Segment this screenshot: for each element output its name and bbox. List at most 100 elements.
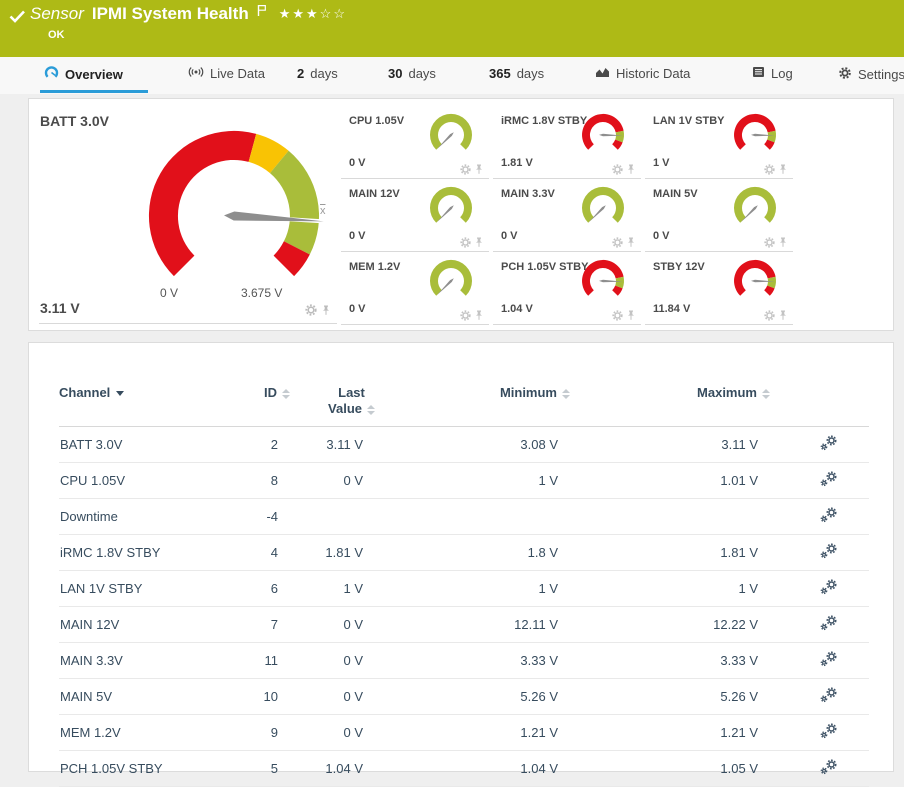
channel-settings-icon[interactable] xyxy=(820,543,838,559)
channel-settings-icon[interactable] xyxy=(820,615,838,631)
gear-icon[interactable] xyxy=(764,237,775,248)
small-gauge xyxy=(579,113,627,162)
channel-settings-icon[interactable] xyxy=(820,723,838,739)
gauge-panel: MAIN 5V0 V xyxy=(645,182,793,252)
priority-stars[interactable]: ★★★☆☆ xyxy=(279,6,347,22)
gauge-title: STBY 12V xyxy=(653,261,705,273)
gauge-value: 0 V xyxy=(349,303,366,315)
tab-2-days[interactable]: 2days xyxy=(297,66,338,81)
table-row: MAIN 3.3V110 V3.33 V3.33 V xyxy=(59,643,869,679)
tab-overview[interactable]: Overview xyxy=(44,66,123,82)
column-header-id[interactable]: ID xyxy=(234,385,292,427)
column-header-minimum[interactable]: Minimum xyxy=(377,385,572,427)
gear-icon[interactable] xyxy=(460,310,471,321)
channel-settings-button[interactable] xyxy=(772,751,869,787)
channel-settings-button[interactable] xyxy=(772,643,869,679)
cell-min: 12.11 V xyxy=(377,607,572,643)
cell-min: 1 V xyxy=(377,463,572,499)
gauge-value: 1.81 V xyxy=(501,157,533,169)
channel-settings-icon[interactable] xyxy=(820,507,838,523)
pin-icon[interactable] xyxy=(474,164,484,175)
cell-last: 1.04 V xyxy=(292,751,377,787)
pin-icon[interactable] xyxy=(626,164,636,175)
cell-max: 5.26 V xyxy=(572,679,772,715)
page-title: IPMI System Health xyxy=(92,4,249,24)
channel-settings-button[interactable] xyxy=(772,571,869,607)
pin-icon[interactable] xyxy=(778,164,788,175)
small-gauge xyxy=(731,186,779,235)
channel-settings-button[interactable] xyxy=(772,607,869,643)
cell-id: 6 xyxy=(234,571,292,607)
cell-id: 5 xyxy=(234,751,292,787)
pin-icon[interactable] xyxy=(626,310,636,321)
cell-id: 9 xyxy=(234,715,292,751)
pin-icon[interactable] xyxy=(321,305,331,316)
tab-log[interactable]: Log xyxy=(752,66,793,81)
cell-channel: Downtime xyxy=(59,499,234,535)
tab-settings[interactable]: Settings xyxy=(838,66,904,83)
channel-settings-icon[interactable] xyxy=(820,687,838,703)
gauge-title: BATT 3.0V xyxy=(40,113,109,129)
channel-settings-icon[interactable] xyxy=(820,651,838,667)
cell-min: 1.8 V xyxy=(377,535,572,571)
channel-settings-icon[interactable] xyxy=(820,435,838,451)
channel-settings-button[interactable] xyxy=(772,463,869,499)
gear-icon[interactable] xyxy=(612,164,623,175)
pin-icon[interactable] xyxy=(474,310,484,321)
column-header-last-value[interactable]: Last Value xyxy=(292,385,377,427)
stars-filled[interactable]: ★★★ xyxy=(279,6,320,21)
gear-icon[interactable] xyxy=(764,164,775,175)
cell-channel: MAIN 5V xyxy=(59,679,234,715)
gear-icon[interactable] xyxy=(764,310,775,321)
tab-live-data[interactable]: Live Data xyxy=(188,66,265,81)
pin-icon[interactable] xyxy=(626,237,636,248)
gauge-scale-min: 0 V xyxy=(160,286,178,300)
channel-settings-button[interactable] xyxy=(772,679,869,715)
tab-bar: Overview Live Data 2days 30days 365days … xyxy=(0,57,904,94)
cell-max: 3.11 V xyxy=(572,427,772,463)
channel-settings-button[interactable] xyxy=(772,715,869,751)
panel-actions xyxy=(612,164,636,175)
favorite-flag-icon[interactable] xyxy=(257,4,267,17)
gear-icon[interactable] xyxy=(612,237,623,248)
panel-actions xyxy=(764,310,788,321)
gauge-panel: PCH 1.05V STBY1.04 V xyxy=(493,255,641,325)
stars-empty[interactable]: ☆☆ xyxy=(320,6,347,21)
channel-settings-icon[interactable] xyxy=(820,471,838,487)
channel-settings-button[interactable] xyxy=(772,499,869,535)
cell-min: 1.04 V xyxy=(377,751,572,787)
gear-icon[interactable] xyxy=(612,310,623,321)
gear-icon[interactable] xyxy=(460,164,471,175)
cell-max: 1 V xyxy=(572,571,772,607)
channel-settings-icon[interactable] xyxy=(820,759,838,775)
column-header-channel[interactable]: Channel xyxy=(59,385,234,427)
column-header-maximum[interactable]: Maximum xyxy=(572,385,772,427)
tab-365-days[interactable]: 365days xyxy=(489,66,544,81)
table-row: iRMC 1.8V STBY41.81 V1.8 V1.81 V xyxy=(59,535,869,571)
gauge-title: LAN 1V STBY xyxy=(653,115,725,127)
tab-30-days[interactable]: 30days xyxy=(388,66,436,81)
gauge-panel: MEM 1.2V 0 V xyxy=(341,255,489,325)
small-gauge xyxy=(579,259,627,308)
pin-icon[interactable] xyxy=(778,237,788,248)
gauge-arc xyxy=(579,113,627,157)
gear-icon[interactable] xyxy=(460,237,471,248)
panel-actions xyxy=(460,310,484,321)
gauges-card: BATT 3.0V x 0 V 3.675 V 3.11 V CPU 1.05V… xyxy=(28,98,894,331)
channel-settings-button[interactable] xyxy=(772,535,869,571)
cell-max: 1.05 V xyxy=(572,751,772,787)
gear-icon[interactable] xyxy=(305,304,317,316)
average-marker: x xyxy=(320,205,326,217)
table-row: MAIN 5V100 V5.26 V5.26 V xyxy=(59,679,869,715)
channel-settings-button[interactable] xyxy=(772,427,869,463)
tab-historic-data[interactable]: Historic Data xyxy=(595,66,690,81)
table-row: PCH 1.05V STBY51.04 V1.04 V1.05 V xyxy=(59,751,869,787)
pin-icon[interactable] xyxy=(474,237,484,248)
small-gauge-grid: CPU 1.05V0 ViRMC 1.8V STBY1.81 VLAN 1V S… xyxy=(341,109,793,325)
gauge-title: MEM 1.2V xyxy=(349,261,400,273)
cell-id: 10 xyxy=(234,679,292,715)
pin-icon[interactable] xyxy=(778,310,788,321)
cell-channel: LAN 1V STBY xyxy=(59,571,234,607)
cell-id: 11 xyxy=(234,643,292,679)
channel-settings-icon[interactable] xyxy=(820,579,838,595)
